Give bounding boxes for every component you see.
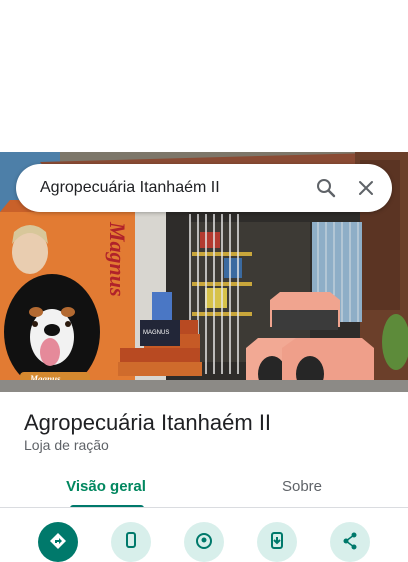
svg-text:Magnus: Magnus (105, 221, 130, 297)
divider (0, 507, 408, 508)
directions-icon (50, 533, 66, 549)
blank-area (0, 0, 408, 152)
share-icon (343, 532, 357, 550)
send-to-phone-button[interactable] (257, 522, 297, 562)
nearby-button[interactable] (184, 522, 224, 562)
send-to-phone-icon (271, 532, 283, 549)
place-category[interactable]: Loja de ração (24, 436, 109, 454)
place-title: Agropecuária Itanhaém II (24, 410, 272, 435)
tab-bar: Visão geral Sobre (0, 464, 408, 508)
phone-icon (126, 532, 136, 548)
search-bar[interactable]: Agropecuária Itanhaém II (16, 164, 392, 212)
share-button[interactable] (330, 522, 370, 562)
nearby-icon (196, 533, 212, 549)
search-icon (317, 179, 336, 198)
search-button[interactable] (306, 168, 346, 208)
search-input[interactable]: Agropecuária Itanhaém II (40, 179, 306, 197)
tab-overview[interactable]: Visão geral (34, 464, 178, 508)
close-button[interactable] (346, 168, 386, 208)
close-icon (359, 181, 373, 195)
tab-about[interactable]: Sobre (230, 464, 374, 508)
svg-text:MAGNUS: MAGNUS (143, 330, 169, 336)
call-button[interactable] (111, 522, 151, 562)
directions-button[interactable] (38, 522, 78, 562)
